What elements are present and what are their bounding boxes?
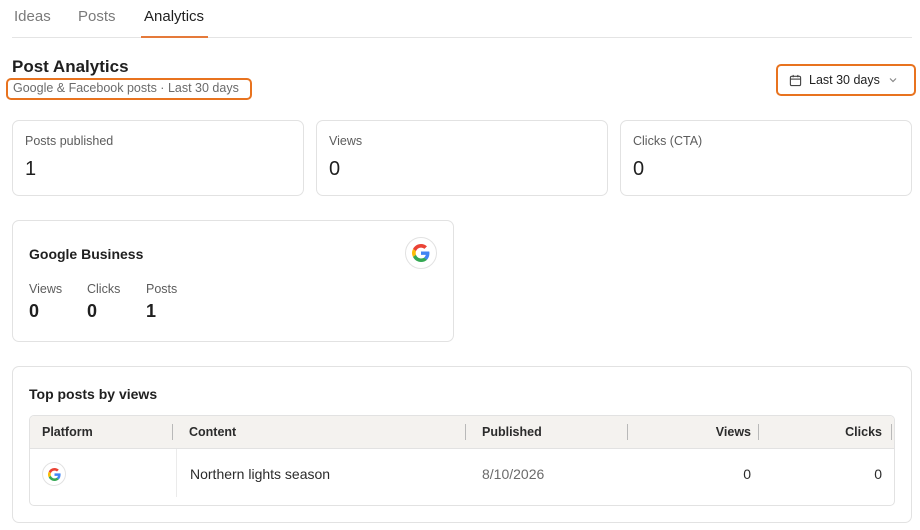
stat-card-clicks-cta: Clicks (CTA) 0 xyxy=(620,120,912,196)
page-title: Post Analytics xyxy=(12,57,129,76)
top-posts-title: Top posts by views xyxy=(29,386,158,402)
column-divider xyxy=(465,424,466,440)
metric-label: Clicks xyxy=(87,282,121,296)
table-header: Platform Content Published Views Clicks xyxy=(30,416,894,449)
google-logo-icon xyxy=(42,462,66,486)
column-divider xyxy=(172,424,173,440)
top-posts-card: Top posts by views Platform Content Publ… xyxy=(12,366,912,523)
tab-bar: Ideas Posts Analytics xyxy=(12,0,912,38)
metric-value: 0 xyxy=(87,301,98,321)
metric-value: 0 xyxy=(29,301,40,321)
column-divider xyxy=(758,424,759,440)
column-header-views[interactable]: Views xyxy=(716,425,751,439)
column-header-content[interactable]: Content xyxy=(189,425,236,439)
stat-label: Clicks (CTA) xyxy=(633,134,703,148)
google-business-title: Google Business xyxy=(29,246,144,262)
gb-metric-posts: Posts 1 xyxy=(146,282,177,322)
metric-value: 1 xyxy=(146,301,157,321)
stat-label: Views xyxy=(329,134,363,148)
tab-ideas[interactable]: Ideas xyxy=(14,8,51,25)
gb-metric-clicks: Clicks 0 xyxy=(87,282,120,322)
metric-label: Views xyxy=(29,282,63,296)
calendar-icon xyxy=(789,74,802,86)
stat-value: 0 xyxy=(329,158,341,180)
column-divider xyxy=(891,424,892,440)
date-range-dropdown[interactable]: Last 30 days xyxy=(776,64,916,96)
column-divider xyxy=(627,424,628,440)
cell-content: Northern lights season xyxy=(190,466,331,482)
active-tab-indicator xyxy=(141,36,208,38)
stat-card-views: Views 0 xyxy=(316,120,608,196)
stat-value: 1 xyxy=(25,158,37,180)
stat-label: Posts published xyxy=(25,134,114,148)
column-header-clicks[interactable]: Clicks xyxy=(845,425,882,439)
cell-views: 0 xyxy=(743,466,751,482)
cell-published: 8/10/2026 xyxy=(482,466,545,482)
top-posts-table: Platform Content Published Views Clicks … xyxy=(29,415,895,506)
metric-label: Posts xyxy=(146,282,178,296)
cell-clicks: 0 xyxy=(874,466,882,482)
stat-value: 0 xyxy=(633,158,645,180)
column-header-platform[interactable]: Platform xyxy=(42,425,93,439)
page-subtitle: Google & Facebook posts · Last 30 days xyxy=(6,78,252,100)
column-divider xyxy=(176,449,177,497)
tab-posts[interactable]: Posts xyxy=(78,8,116,25)
google-logo-icon xyxy=(405,237,437,269)
chevron-down-icon xyxy=(889,78,897,83)
column-header-published[interactable]: Published xyxy=(482,425,542,439)
stat-card-posts-published: Posts published 1 xyxy=(12,120,304,196)
tab-analytics[interactable]: Analytics xyxy=(144,8,204,25)
google-business-card: Google Business Views 0 Clicks 0 Posts 1 xyxy=(12,220,454,342)
gb-metric-views: Views 0 xyxy=(29,282,62,322)
date-range-label: Last 30 days xyxy=(809,73,880,87)
